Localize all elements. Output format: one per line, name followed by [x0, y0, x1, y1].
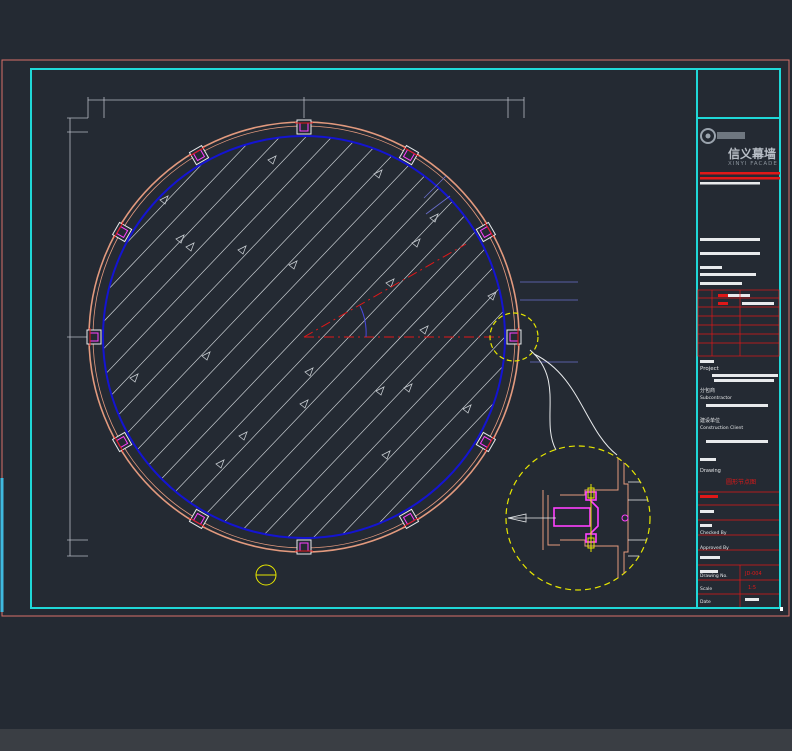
- callout-leaders: [423, 175, 578, 363]
- section-marker-icon[interactable]: [255, 564, 277, 586]
- center-lines: [303, 243, 504, 338]
- drawing-no-value: JD-004: [744, 571, 762, 577]
- date-label: Date: [700, 599, 711, 605]
- subcontractor-label: Subcontractor: [700, 395, 732, 401]
- clip-bracket: [295, 539, 313, 555]
- construction-label-cn: 建设单位: [700, 417, 720, 424]
- clip-bracket: [188, 144, 210, 166]
- scale-label: Scale: [700, 586, 712, 592]
- revision-table: [697, 289, 780, 357]
- drawing-label: Drawing: [700, 468, 721, 474]
- glass-hatch: [103, 136, 505, 538]
- company-name-cn: 信义幕墙: [728, 146, 776, 161]
- title-block: 信义幕墙 XINYI FACADE Project 分包商 Subcontrac…: [697, 128, 783, 611]
- frame-corner-marker: [780, 607, 783, 611]
- detail-leader-curves: [529, 349, 618, 456]
- clip-bracket: [86, 328, 102, 346]
- clip-bracket: [475, 431, 497, 453]
- construction-label: Construction Client: [700, 425, 743, 431]
- dimension-lines: [67, 97, 525, 557]
- sheet-border: [1, 59, 790, 617]
- clip-bracket: [475, 221, 497, 243]
- clip-bracket: [398, 144, 420, 166]
- title-block-text-bars: [700, 172, 780, 573]
- clip-bracket: [398, 508, 420, 530]
- date-value-bar: [745, 598, 759, 601]
- company-name-en: XINYI FACADE: [728, 161, 778, 167]
- project-label: Project: [700, 366, 720, 372]
- clip-bracket: [111, 431, 133, 453]
- company-logo-icon: [700, 128, 745, 144]
- clip-bracket: [295, 119, 313, 135]
- approved-by-label: Approved By: [700, 545, 729, 551]
- clip-bracket: [188, 508, 210, 530]
- status-bar: [0, 729, 792, 751]
- drawing-title: 圆形节点图: [726, 478, 756, 486]
- subcontractor-label-cn: 分包商: [700, 387, 715, 394]
- clip-bracket: [506, 328, 522, 346]
- scale-value: 1:5: [748, 585, 756, 591]
- cad-viewport[interactable]: 信义幕墙 XINYI FACADE Project 分包商 Subcontrac…: [0, 0, 792, 751]
- drawing-no-label: Drawing No.: [700, 573, 728, 579]
- detail-view: [505, 445, 651, 591]
- checked-by-label: Checked By: [700, 530, 727, 536]
